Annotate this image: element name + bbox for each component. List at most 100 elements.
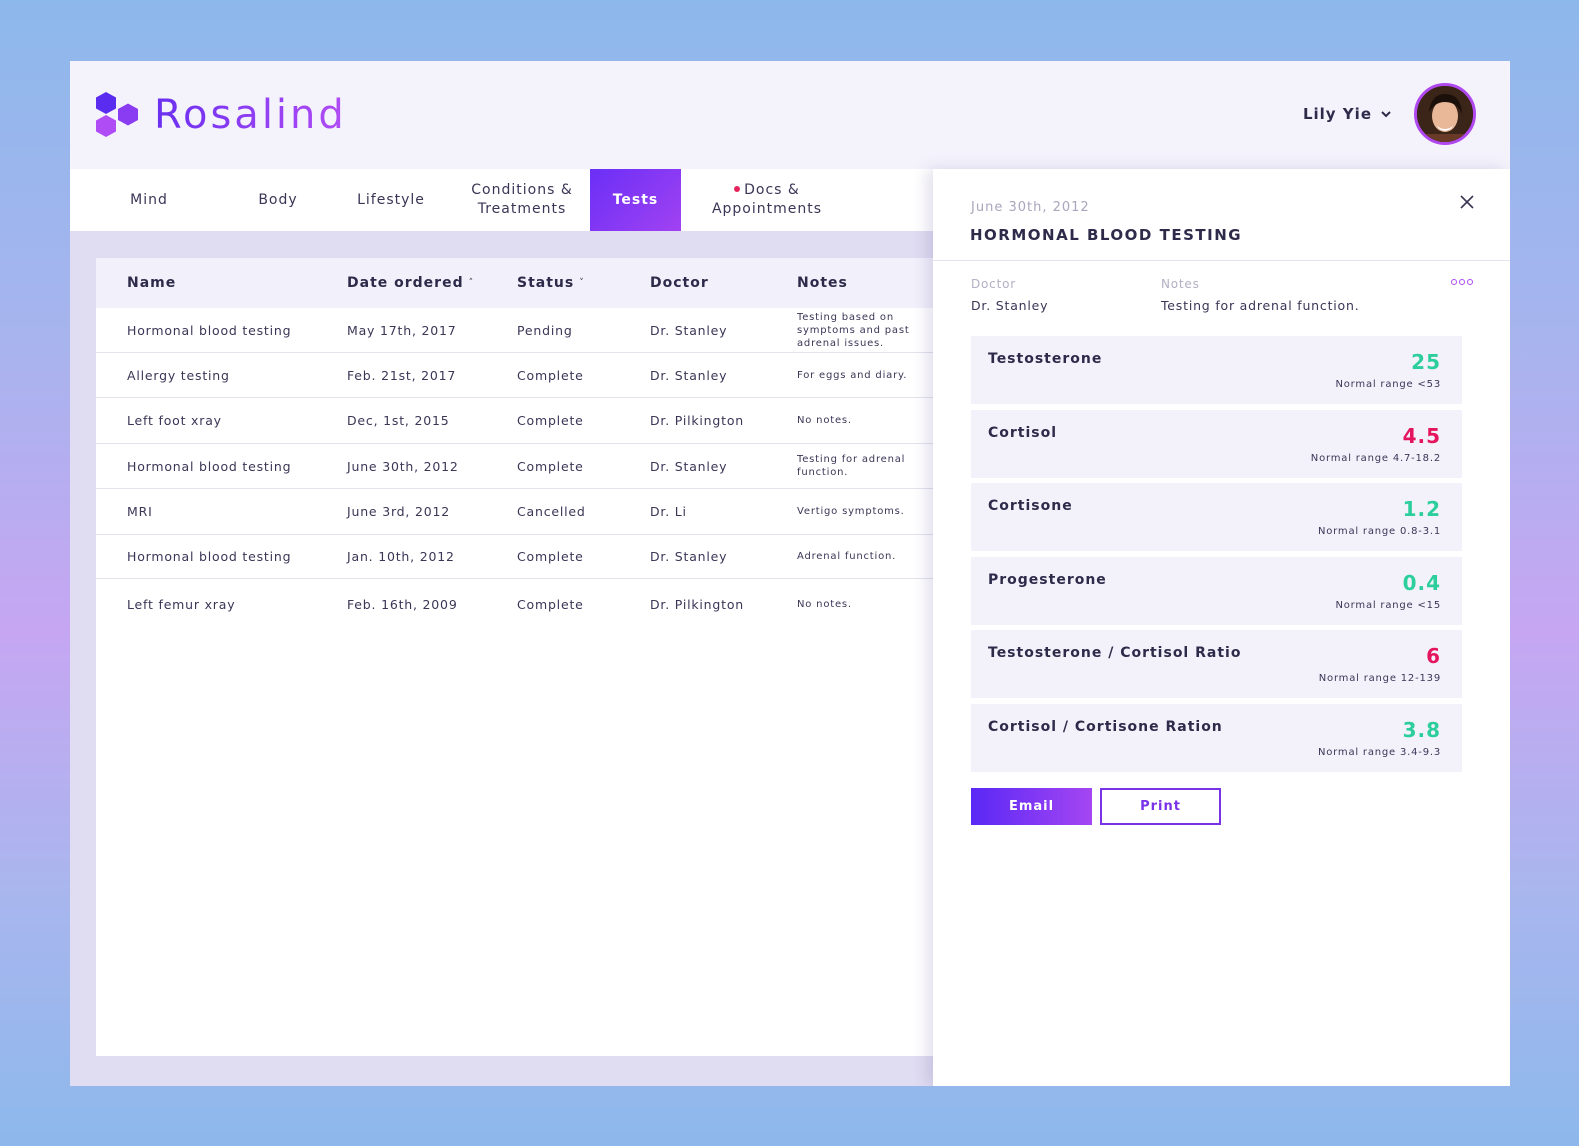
- cell-name: Hormonal blood testing: [127, 458, 292, 474]
- cell-date: Jan. 10th, 2012: [347, 549, 455, 564]
- header-label: Doctor: [650, 275, 709, 291]
- result-card[interactable]: Testosterone 25 Normal range <53: [971, 336, 1462, 404]
- tab-label: Body: [258, 191, 298, 208]
- header-date-ordered[interactable]: Date ordered ˄: [347, 275, 474, 291]
- header-status[interactable]: Status ˅: [517, 275, 585, 291]
- header-label: Name: [127, 275, 177, 291]
- result-value: 25: [1411, 350, 1441, 374]
- sort-down-icon: ˅: [579, 278, 585, 288]
- result-card[interactable]: Progesterone 0.4 Normal range <15: [971, 556, 1462, 625]
- cell-doctor: Dr. Stanley: [650, 367, 728, 383]
- more-options-icon[interactable]: [1451, 279, 1473, 285]
- cell-notes: Vertigo symptoms.: [797, 506, 905, 517]
- result-value: 0.4: [1402, 570, 1441, 595]
- cell-doctor: Dr. Pilkington: [650, 597, 745, 612]
- cell-name: Hormonal blood testing: [127, 322, 292, 338]
- table-row[interactable]: Hormonal blood testing May 17th, 2017 Pend…: [96, 308, 956, 353]
- close-icon[interactable]: [1460, 195, 1474, 209]
- tab-docs-appointments[interactable]: Docs & Appointments: [681, 169, 853, 231]
- notification-dot: [734, 186, 741, 192]
- tab-lifestyle[interactable]: Lifestyle: [328, 169, 454, 231]
- tab-body[interactable]: Body: [228, 169, 328, 231]
- cell-notes: Testing based on symptoms and past adren…: [797, 311, 910, 349]
- email-button[interactable]: Email: [971, 788, 1092, 825]
- nav-tabs: Mind Body Lifestyle Conditions & Treatme…: [70, 169, 940, 231]
- cell-doctor: Dr. Li: [650, 504, 687, 519]
- cell-date: Feb. 16th, 2009: [347, 597, 458, 612]
- user-name: Lily Yie: [1302, 105, 1372, 123]
- cell-date: June 30th, 2012: [347, 458, 459, 474]
- brand-name: Rosalind: [154, 92, 347, 138]
- cell-status: Complete: [517, 367, 584, 383]
- cell-status: Complete: [517, 549, 584, 564]
- header-name[interactable]: Name: [127, 275, 176, 291]
- doctor-value: Dr. Stanley: [971, 298, 1049, 313]
- test-title: HORMONAL BLOOD TESTING: [970, 226, 1243, 244]
- cell-name: Hormonal blood testing: [127, 549, 292, 564]
- notes-value: Testing for adrenal function.: [1161, 298, 1360, 313]
- cell-status: Pending: [517, 322, 573, 338]
- result-normal-range: Normal range <15: [1335, 599, 1441, 611]
- avatar[interactable]: [1414, 83, 1476, 145]
- table-row[interactable]: Left foot xray Dec, 1st, 2015 Complete Dr. …: [96, 398, 956, 444]
- result-value: 6: [1426, 644, 1441, 669]
- cell-status: Cancelled: [517, 504, 586, 519]
- table-row[interactable]: Allergy testing Feb. 21st, 2017 Complete Dr…: [96, 353, 956, 398]
- cell-date: May 17th, 2017: [347, 322, 457, 338]
- header-label: Status: [517, 275, 575, 291]
- header-notes[interactable]: Notes: [797, 275, 947, 291]
- notes-label: Notes: [1161, 277, 1200, 291]
- test-detail-panel: June 30th, 2012 HORMONAL BLOOD TESTING D…: [933, 169, 1510, 1086]
- logo[interactable]: Rosalind: [94, 91, 347, 139]
- cell-name: MRI: [127, 504, 153, 519]
- result-name: Cortisol: [988, 424, 1058, 441]
- tab-label: Lifestyle: [357, 191, 425, 208]
- cell-name: Left foot xray: [127, 413, 222, 428]
- cell-notes: No notes.: [797, 415, 852, 426]
- result-normal-range: Normal range <53: [1335, 379, 1441, 390]
- table-row[interactable]: Hormonal blood testing June 30th, 2012 Com…: [96, 444, 956, 489]
- table-row[interactable]: Left femur xray Feb. 16th, 2009 Complete Dr…: [96, 579, 956, 630]
- cell-status: Complete: [517, 413, 584, 428]
- tab-conditions-treatments[interactable]: Conditions & Treatments: [454, 169, 590, 231]
- result-name: Testosterone: [988, 351, 1103, 367]
- result-card[interactable]: Cortisol / Cortisone Ration 3.8 Normal ran…: [971, 704, 1462, 772]
- user-menu[interactable]: Lily Yie: [1303, 83, 1476, 145]
- result-card[interactable]: Cortisol 4.5 Normal range 4.7-18.2: [971, 409, 1462, 478]
- cell-notes: Testing for adrenal function.: [797, 454, 906, 478]
- tab-label: Docs & Appointments: [711, 181, 823, 219]
- result-value: 1.2: [1402, 497, 1441, 522]
- tests-table: Name Date ordered ˄ Status ˅ Doctor Notes …: [96, 258, 956, 1056]
- cell-status: Complete: [517, 597, 584, 612]
- cell-status: Complete: [517, 458, 584, 474]
- cell-notes: For eggs and diary.: [797, 369, 908, 381]
- print-button[interactable]: Print: [1100, 788, 1221, 825]
- table-row[interactable]: Hormonal blood testing Jan. 10th, 2012 Com…: [96, 535, 956, 579]
- cell-name: Allergy testing: [127, 367, 230, 383]
- header-doctor[interactable]: Doctor: [650, 275, 709, 291]
- table-header: Name Date ordered ˄ Status ˅ Doctor Notes: [96, 258, 956, 308]
- result-name: Cortisol / Cortisone Ration: [988, 719, 1223, 735]
- cell-doctor: Dr. Stanley: [650, 458, 728, 474]
- table-row[interactable]: MRI June 3rd, 2012 Cancelled Dr. Li Vertigo …: [96, 489, 956, 535]
- result-card[interactable]: Cortisone 1.2 Normal range 0.8-3.1: [971, 483, 1462, 552]
- cell-notes: No notes.: [797, 599, 852, 610]
- user-avatar-icon: [1417, 86, 1473, 142]
- result-normal-range: Normal range 0.8-3.1: [1317, 526, 1441, 538]
- tab-mind[interactable]: Mind: [70, 169, 228, 231]
- tab-label: Tests: [612, 191, 659, 208]
- header-label: Date ordered: [347, 275, 464, 291]
- header: Rosalind Lily Yie: [70, 61, 1510, 169]
- result-normal-range: Normal range 12-139: [1318, 673, 1441, 685]
- tab-tests[interactable]: Tests: [590, 169, 681, 231]
- chevron-down-icon: [1381, 111, 1391, 118]
- tab-label: Mind: [130, 191, 168, 208]
- cell-doctor: Dr. Pilkington: [650, 413, 745, 428]
- divider: [933, 260, 1510, 261]
- result-normal-range: Normal range 3.4-9.3: [1317, 747, 1441, 758]
- header-label: Notes: [797, 275, 848, 291]
- tab-label: Conditions & Treatments: [471, 182, 573, 217]
- cell-date: Feb. 21st, 2017: [347, 367, 457, 383]
- result-card[interactable]: Testosterone / Cortisol Ratio 6 Normal ran…: [971, 630, 1462, 699]
- cell-date: June 3rd, 2012: [347, 504, 450, 519]
